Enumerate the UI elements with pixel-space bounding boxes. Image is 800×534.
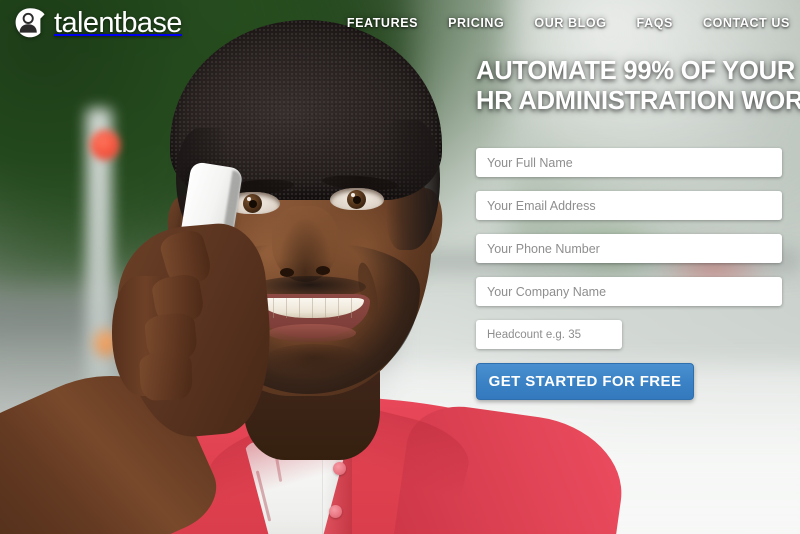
subject-teeth [260,298,364,318]
subject-eye-right [330,188,384,210]
brand-name: talentbase [54,6,182,39]
nav-item-features[interactable]: FEATURES [347,16,418,30]
hero-headline: AUTOMATE 99% OF YOUR HR ADMINISTRATION W… [476,56,800,116]
hero-headline-line-2: HR ADMINISTRATION WORK [476,87,800,116]
person-badge-icon [14,7,46,39]
signup-form: GET STARTED FOR FREE [476,148,792,401]
phone-input[interactable] [476,234,782,264]
brand-logo-link[interactable]: talentbase [14,7,182,39]
subject-lower-lip [268,324,356,342]
nav-item-our-blog[interactable]: OUR BLOG [534,16,606,30]
subject-shirt-button [333,462,346,475]
nav-item-faqs[interactable]: FAQS [637,16,673,30]
nav-item-pricing[interactable]: PRICING [448,16,504,30]
subject-finger [139,351,193,401]
photo-subject-man [0,0,631,534]
hero-section: AUTOMATE 99% OF YOUR HR ADMINISTRATION W… [476,56,800,401]
hero-headline-line-1: AUTOMATE 99% OF YOUR [476,57,796,85]
email-input[interactable] [476,191,782,221]
subject-shirt-button [329,505,342,518]
full-name-input[interactable] [476,148,782,178]
main-navigation: FEATURES PRICING OUR BLOG FAQS CONTACT U… [347,16,790,30]
subject-chin-shadow [262,344,364,378]
headcount-input[interactable] [476,320,622,350]
get-started-button[interactable]: GET STARTED FOR FREE [476,363,694,401]
subject-nostril-right [316,266,330,275]
company-name-input[interactable] [476,277,782,307]
landing-page: talentbase FEATURES PRICING OUR BLOG FAQ… [0,0,800,534]
nav-item-contact-us[interactable]: CONTACT US [703,16,790,30]
site-header: talentbase FEATURES PRICING OUR BLOG FAQ… [0,0,800,46]
